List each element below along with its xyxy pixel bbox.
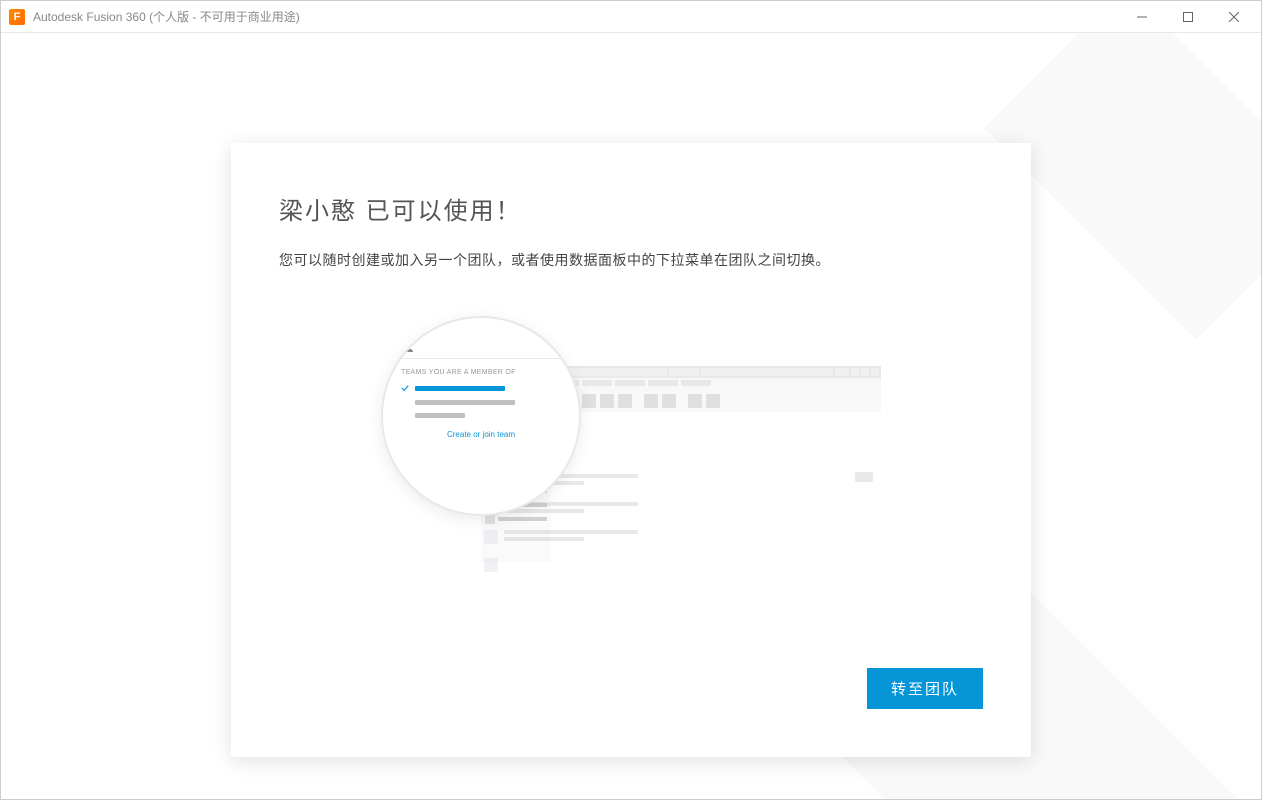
magnifier-callout: ▾ TEAMS YOU ARE A MEMBER OF Create or jo… bbox=[381, 316, 581, 516]
app-icon bbox=[9, 9, 25, 25]
modal-footer: 转至团队 bbox=[279, 648, 983, 709]
close-button[interactable] bbox=[1211, 2, 1257, 32]
go-to-team-button[interactable]: 转至团队 bbox=[867, 668, 983, 709]
content-area: 梁小憨 已可以使用！ 您可以随时创建或加入另一个团队，或者使用数据面板中的下拉菜… bbox=[1, 33, 1261, 799]
chevron-down-icon: ▾ bbox=[557, 343, 561, 352]
window-controls bbox=[1119, 2, 1257, 32]
close-icon bbox=[1229, 12, 1239, 22]
welcome-modal: 梁小憨 已可以使用！ 您可以随时创建或加入另一个团队，或者使用数据面板中的下拉菜… bbox=[231, 143, 1031, 757]
teams-section-label: TEAMS YOU ARE A MEMBER OF bbox=[401, 369, 561, 376]
team-switcher-illustration: ▾ TEAMS YOU ARE A MEMBER OF Create or jo… bbox=[279, 306, 983, 648]
maximize-button[interactable] bbox=[1165, 2, 1211, 32]
checkmark-icon bbox=[401, 384, 409, 392]
modal-title: 梁小憨 已可以使用！ bbox=[279, 191, 983, 226]
create-join-team-link: Create or join team bbox=[401, 430, 561, 439]
team-item-selected bbox=[401, 384, 561, 392]
titlebar: Autodesk Fusion 360 (个人版 - 不可用于商业用途) bbox=[1, 1, 1261, 33]
modal-description: 您可以随时创建或加入另一个团队，或者使用数据面板中的下拉菜单在团队之间切换。 bbox=[279, 250, 983, 270]
people-icon bbox=[401, 342, 413, 352]
minimize-icon bbox=[1137, 12, 1147, 22]
minimize-button[interactable] bbox=[1119, 2, 1165, 32]
window-title: Autodesk Fusion 360 (个人版 - 不可用于商业用途) bbox=[33, 8, 1119, 25]
app-window: Autodesk Fusion 360 (个人版 - 不可用于商业用途) 梁小憨… bbox=[0, 0, 1262, 800]
maximize-icon bbox=[1183, 12, 1193, 22]
